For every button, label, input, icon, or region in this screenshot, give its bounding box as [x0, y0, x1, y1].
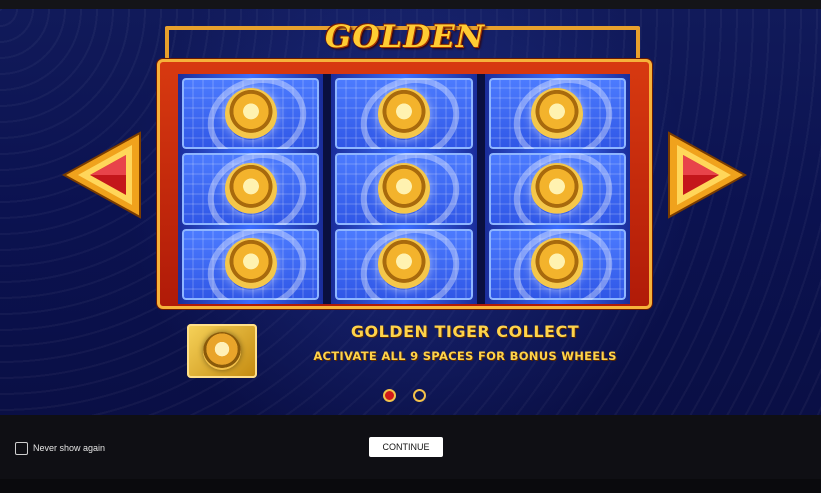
right-arrow-icon	[668, 131, 748, 219]
reel-cell	[182, 78, 320, 150]
reel-column-3	[484, 74, 630, 304]
reel-cell	[182, 228, 320, 300]
next-slide-button[interactable]	[667, 131, 748, 219]
golden-tiger-coin-icon	[377, 162, 430, 215]
reel-cell	[335, 228, 473, 300]
slide-pagination	[383, 389, 431, 407]
golden-tiger-coin-icon	[224, 238, 277, 291]
feature-description: ACTIVATE ALL 9 SPACES FOR BONUS WHEELS	[313, 349, 617, 363]
golden-tiger-coin-icon	[531, 238, 584, 291]
top-bar	[0, 0, 821, 9]
left-arrow-icon	[61, 131, 141, 219]
never-show-again-checkbox[interactable]	[15, 442, 28, 455]
pagination-dot-2[interactable]	[413, 389, 426, 402]
never-show-again-label: Never show again	[33, 443, 106, 453]
reel-cell	[335, 78, 473, 150]
feature-title: GOLDEN TIGER COLLECT	[350, 322, 580, 341]
reel-grid	[178, 74, 630, 304]
bottom-strip	[0, 479, 821, 493]
golden-tiger-coin-icon	[377, 87, 430, 140]
reel-cell	[335, 153, 473, 225]
reel-cell	[182, 153, 320, 225]
reel-cell	[488, 78, 626, 150]
reel-column-2	[331, 74, 477, 304]
golden-tiger-coin-icon	[224, 87, 277, 140]
golden-tiger-collect-icon	[187, 324, 257, 378]
golden-tiger-coin-icon	[531, 87, 584, 140]
reel-column-1	[178, 74, 324, 304]
golden-tiger-coin-icon	[531, 162, 584, 215]
golden-tiger-coin-icon	[377, 238, 430, 291]
continue-button[interactable]: CONTINUE	[369, 437, 443, 457]
golden-tiger-coin-icon	[224, 162, 277, 215]
reel-cell	[488, 153, 626, 225]
game-logo: GOLDEN TIGER	[324, 19, 486, 93]
pagination-dot-1[interactable]	[383, 389, 396, 402]
previous-slide-button[interactable]	[61, 131, 142, 219]
reel-cell	[488, 228, 626, 300]
